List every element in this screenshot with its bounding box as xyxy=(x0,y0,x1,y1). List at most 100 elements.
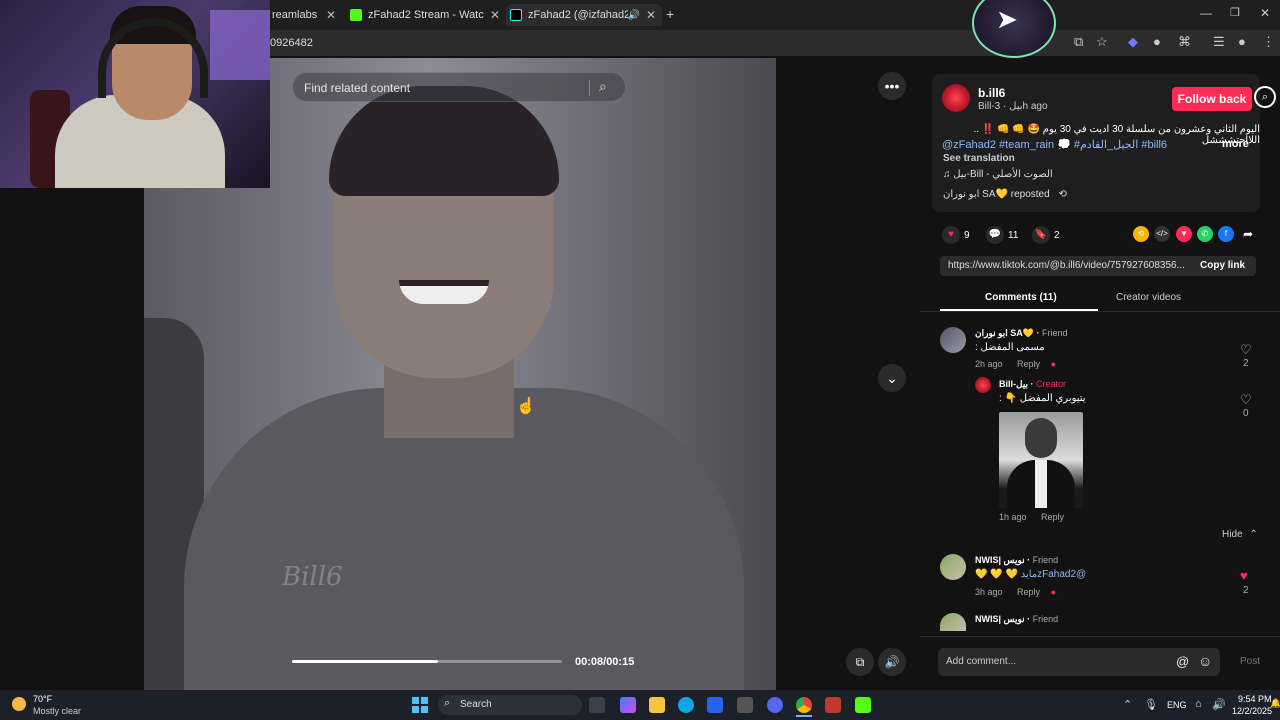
comment-avatar[interactable] xyxy=(975,377,991,393)
sound-link[interactable]: ♫ بيل-Bill - الصوت الأصلي xyxy=(943,169,1053,180)
chrome-icon[interactable] xyxy=(796,697,812,713)
puzzle-icon[interactable]: ⌘ xyxy=(1178,34,1191,50)
post-hashtags[interactable]: @zFahad2 #team_rain 💭 #الجيل_القادم #bil… xyxy=(942,138,1210,151)
store-icon[interactable] xyxy=(707,697,723,713)
comment-avatar[interactable] xyxy=(940,327,966,353)
start-tile xyxy=(412,706,419,713)
file-explorer-icon[interactable] xyxy=(649,697,665,713)
follow-back-button[interactable]: Follow back xyxy=(1172,87,1252,111)
tab-streamlabs[interactable]: reamlabs ✕ xyxy=(272,4,342,26)
weather-temperature[interactable]: 70°F xyxy=(33,694,52,704)
menu-kebab-icon[interactable]: ⋮ xyxy=(1262,34,1275,50)
reply-button[interactable]: Reply xyxy=(1017,359,1040,369)
active-app-indicator xyxy=(796,715,812,717)
facebook-icon[interactable]: f xyxy=(1218,226,1234,242)
notification-icon[interactable]: 🔔 xyxy=(1270,698,1280,709)
comment-stat[interactable]: 💬 11 xyxy=(986,226,1018,244)
like-stat[interactable]: ♥ 9 xyxy=(942,226,970,244)
picture-in-picture-icon[interactable]: ⧉ xyxy=(846,648,874,676)
microphone-icon[interactable]: 🎙 xyxy=(1144,698,1158,711)
tab-tiktok[interactable]: zFahad2 (@izfahad2) | TikTo 🔊 ✕ xyxy=(506,4,662,26)
post-button[interactable]: Post xyxy=(1240,656,1260,667)
copy-link-button[interactable]: Copy link xyxy=(1200,260,1245,271)
speaker-icon[interactable]: 🔊 xyxy=(628,10,640,21)
author-avatar[interactable] xyxy=(942,84,970,112)
save-stat[interactable]: 🔖 2 xyxy=(1032,226,1060,244)
volume-icon[interactable]: 🔊 xyxy=(878,648,906,676)
hide-replies-button[interactable]: Hide ⌃ xyxy=(1222,529,1258,540)
windows-start-icon[interactable] xyxy=(412,697,428,713)
clock-time[interactable]: 9:54 PM xyxy=(1238,694,1272,704)
weather-description: Mostly clear xyxy=(33,706,82,716)
comment-image[interactable] xyxy=(999,412,1083,508)
comment-author[interactable]: NWIS| نويس · Friend xyxy=(975,614,1058,625)
reading-list-icon[interactable]: ☰ xyxy=(1213,34,1225,50)
repost-share-icon[interactable]: ⟲ xyxy=(1133,226,1149,242)
whatsapp-icon[interactable]: ✆ xyxy=(1197,226,1213,242)
comment-author-name: ابو نوران SA💛 xyxy=(975,328,1034,338)
copilot-icon[interactable] xyxy=(620,697,636,713)
maximize-icon[interactable]: ❐ xyxy=(1230,6,1240,19)
weather-moon-icon[interactable] xyxy=(12,697,26,711)
task-view-icon[interactable] xyxy=(589,697,605,713)
taskbar-search[interactable]: ⌕ Search xyxy=(438,695,582,715)
bookmark-icon: 🔖 xyxy=(1032,226,1050,244)
creator-liked-icon: ● xyxy=(1050,359,1057,369)
progress-bar[interactable] xyxy=(292,660,562,663)
more-options-icon[interactable]: ••• xyxy=(878,72,906,100)
heart-icon[interactable]: ♡ xyxy=(1240,342,1252,358)
chevron-up-icon[interactable]: ⌃ xyxy=(1123,698,1132,711)
cast-icon[interactable]: ⧉ xyxy=(1074,34,1083,50)
bookmark-star-icon[interactable]: ☆ xyxy=(1096,34,1108,50)
app-icon[interactable] xyxy=(737,697,753,713)
more-link[interactable]: more xyxy=(1222,138,1249,150)
language-indicator[interactable]: ENG xyxy=(1167,700,1187,710)
share-arrow-icon[interactable]: ➦ xyxy=(1240,226,1256,242)
url-field[interactable]: 0926482 xyxy=(270,33,1070,53)
extension-icon[interactable]: ◆ xyxy=(1128,34,1138,50)
comment-author-name: Bill-بيل xyxy=(999,379,1029,389)
emoji-icon[interactable]: ☺ xyxy=(1198,653,1212,669)
add-comment-input[interactable]: Add comment... @ ☺ xyxy=(938,648,1220,676)
close-icon[interactable]: ✕ xyxy=(326,8,336,22)
image-figure xyxy=(1035,460,1047,508)
repost-icon: ⟲ xyxy=(1058,189,1067,200)
profile-icon[interactable]: ● xyxy=(1238,34,1246,49)
tab-comments[interactable]: Comments (11) xyxy=(985,292,1057,303)
see-translation-link[interactable]: See translation xyxy=(943,153,1015,164)
close-icon[interactable]: ✕ xyxy=(490,8,500,22)
new-tab-plus-icon[interactable]: + xyxy=(666,6,674,22)
extension-icon[interactable]: ● xyxy=(1153,34,1161,49)
chevron-down-icon[interactable]: ⌄ xyxy=(878,364,906,392)
kick-icon[interactable] xyxy=(855,697,871,713)
comment-author[interactable]: NWIS| نويس · Friend xyxy=(975,555,1058,566)
comment-avatar[interactable] xyxy=(940,554,966,580)
embed-icon[interactable]: </> xyxy=(1154,226,1170,242)
tab-kick-stream[interactable]: zFahad2 Stream - Watch Live o ✕ xyxy=(350,4,506,26)
tab-creator-videos[interactable]: Creator videos xyxy=(1116,292,1181,303)
minimize-icon[interactable]: — xyxy=(1200,6,1212,20)
reply-button[interactable]: Reply xyxy=(1041,512,1064,522)
reply-button[interactable]: Reply xyxy=(1017,587,1040,597)
send-icon[interactable]: ▼ xyxy=(1176,226,1192,242)
heart-icon[interactable]: ♥ xyxy=(1240,568,1248,583)
edge-icon[interactable] xyxy=(678,697,694,713)
author-name[interactable]: b.ill6 xyxy=(978,86,1005,100)
network-icon[interactable]: ⌂ xyxy=(1195,698,1202,710)
comment-like-count: 2 xyxy=(1243,585,1249,596)
clock-date: 12/2/2025 xyxy=(1232,706,1273,716)
mention-icon[interactable]: @ xyxy=(1176,654,1189,669)
search-icon[interactable]: ⌕ xyxy=(599,78,607,95)
zoom-icon[interactable]: ⌕ xyxy=(1254,86,1276,108)
volume-icon[interactable]: 🔊 xyxy=(1212,698,1226,711)
close-icon[interactable]: ✕ xyxy=(646,8,656,22)
window-close-icon[interactable]: ✕ xyxy=(1260,6,1270,20)
heart-icon[interactable]: ♡ xyxy=(1240,392,1252,408)
image-figure xyxy=(1025,418,1057,458)
app-icon[interactable] xyxy=(825,697,841,713)
comment-author-tag: Friend xyxy=(1032,555,1059,565)
discord-icon[interactable] xyxy=(767,697,783,713)
comment-author[interactable]: Bill-بيل · Creator xyxy=(999,379,1066,390)
comment-author[interactable]: ابو نوران SA💛 · Friend xyxy=(975,328,1068,339)
related-search-input[interactable]: Find related content ⌕ xyxy=(292,72,626,102)
